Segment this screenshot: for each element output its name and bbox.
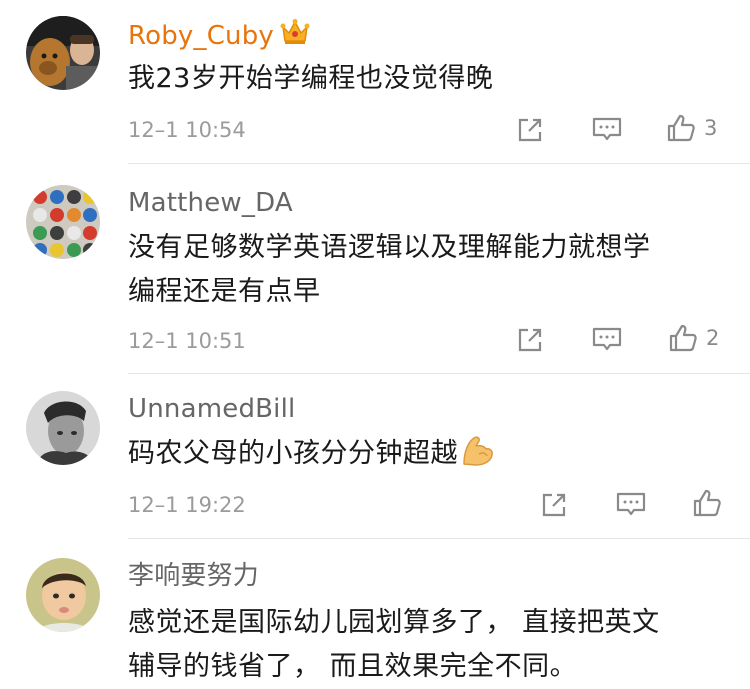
comment-text-line: 码农父母的小孩分分钟超越: [128, 432, 728, 482]
like-button[interactable]: [692, 488, 722, 518]
share-icon: [518, 328, 542, 352]
comment-icon: [592, 117, 622, 141]
comment-text-line: 感觉还是国际幼儿园划算多了， 直接把英文: [128, 607, 660, 638]
comment-text-line: 编程还是有点早: [128, 276, 321, 307]
comment-icon: [592, 327, 622, 351]
divider: [128, 163, 750, 164]
thumbs-up-icon: [667, 114, 695, 142]
share-button[interactable]: [516, 116, 544, 144]
like-button[interactable]: 2: [668, 323, 719, 353]
comment-time: 12–1 10:51: [128, 329, 246, 353]
comment-text-content: 码农父母的小孩分分钟超越: [128, 438, 458, 469]
username-text[interactable]: Roby_Cuby: [128, 21, 274, 51]
comment-text: 感觉还是国际幼儿园划算多了， 直接把英文 辅导的钱省了， 而且效果完全不同。: [128, 601, 728, 689]
username[interactable]: 李响要努力: [128, 560, 259, 592]
user-avatar[interactable]: [26, 16, 100, 90]
flexed-biceps-emoji: [460, 434, 496, 482]
comment-text-line: 辅导的钱省了， 而且效果完全不同。: [128, 651, 578, 682]
comment-text-line: 没有足够数学英语逻辑以及理解能力就想学: [128, 232, 651, 263]
crown-icon: [280, 18, 310, 54]
comment-text-line: 我23岁开始学编程也没觉得晚: [128, 63, 494, 94]
comment-item: 李响要努力 感觉还是国际幼儿园划算多了， 直接把英文 辅导的钱省了， 而且效果完…: [0, 540, 750, 686]
comment-item: Roby_Cuby 我23岁开始学编程也没觉得晚 12–1 10:54 3: [0, 0, 750, 165]
comment-item: Matthew_DA 没有足够数学英语逻辑以及理解能力就想学 编程还是有点早 1…: [0, 165, 750, 375]
comment-text: 没有足够数学英语逻辑以及理解能力就想学 编程还是有点早: [128, 226, 728, 314]
thumbs-up-icon: [693, 489, 721, 517]
username[interactable]: Matthew_DA: [128, 187, 293, 219]
reply-button[interactable]: [592, 116, 622, 144]
comment-icon: [616, 492, 646, 516]
like-button[interactable]: 3: [666, 113, 717, 143]
comment-item: UnnamedBill 码农父母的小孩分分钟超越 12–1 19:22: [0, 375, 750, 540]
comment-time: 12–1 10:54: [128, 118, 246, 142]
share-button[interactable]: [516, 326, 544, 354]
divider: [128, 538, 750, 539]
username[interactable]: UnnamedBill: [128, 393, 295, 425]
share-icon: [518, 118, 542, 142]
like-count: 3: [704, 116, 718, 140]
share-button[interactable]: [540, 491, 568, 519]
reply-button[interactable]: [592, 326, 622, 354]
reply-button[interactable]: [616, 491, 646, 519]
user-avatar[interactable]: [26, 391, 100, 465]
user-avatar[interactable]: [26, 185, 100, 259]
comment-text: 我23岁开始学编程也没觉得晚: [128, 57, 728, 101]
comment-time: 12–1 19:22: [128, 493, 246, 517]
comment-text: 码农父母的小孩分分钟超越: [128, 432, 728, 482]
share-icon: [542, 493, 566, 517]
user-avatar[interactable]: [26, 558, 100, 632]
like-count: 2: [706, 326, 720, 350]
username[interactable]: Roby_Cuby: [128, 18, 310, 54]
thumbs-up-icon: [669, 324, 697, 352]
divider: [128, 373, 750, 374]
